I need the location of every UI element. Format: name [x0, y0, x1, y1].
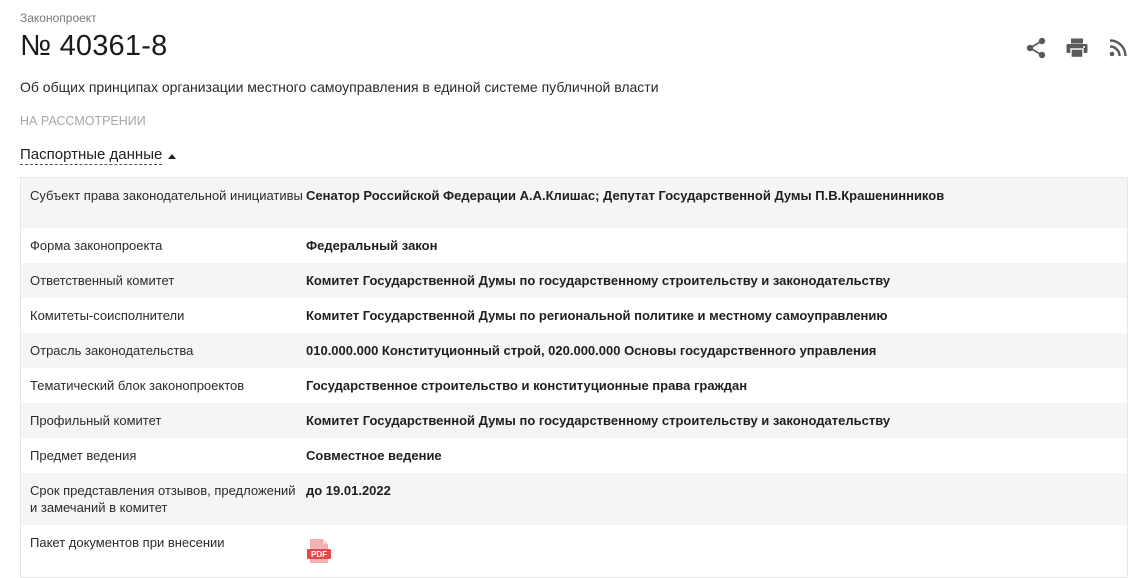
row-value: до 19.01.2022	[306, 483, 391, 498]
row-value: Комитет Государственной Думы по государс…	[306, 273, 891, 288]
table-row: Комитеты-соисполнители Комитет Государст…	[21, 298, 1127, 333]
row-value: PDF	[306, 534, 1127, 568]
row-label: Профильный комитет	[30, 413, 162, 428]
row-label: Тематический блок законопроектов	[30, 378, 245, 393]
row-value: 010.000.000 Конституционный строй, 020.0…	[306, 343, 877, 358]
table-row: Пакет документов при внесении PDF	[21, 525, 1127, 577]
table-row: Предмет ведения Совместное ведение	[21, 438, 1127, 473]
share-icon	[1026, 37, 1046, 59]
caret-up-icon	[168, 153, 177, 159]
table-row: Тематический блок законопроектов Государ…	[21, 368, 1127, 403]
row-label: Форма законопроекта	[30, 238, 163, 253]
row-value: Совместное ведение	[306, 448, 442, 463]
passport-table: Субъект права законодательной инициативы…	[20, 177, 1128, 578]
status-badge: НА РАССМОТРЕНИИ	[20, 114, 146, 128]
row-label: Отрасль законодательства	[30, 343, 194, 358]
table-row: Субъект права законодательной инициативы…	[21, 178, 1127, 228]
pdf-download-link[interactable]: PDF	[306, 538, 332, 568]
row-label: Ответственный комитет	[30, 273, 175, 288]
table-row: Профильный комитет Комитет Государственн…	[21, 403, 1127, 438]
row-value: Сенатор Российской Федерации А.А.Клишас;…	[306, 188, 945, 203]
bill-number: № 40361-8	[20, 30, 168, 62]
row-value: Комитет Государственной Думы по государс…	[306, 413, 891, 428]
header-actions	[1024, 36, 1130, 60]
print-icon	[1066, 38, 1088, 58]
share-button[interactable]	[1024, 36, 1048, 60]
row-label: Срок представления отзывов, предложений …	[30, 483, 296, 515]
page-overline: Законопроект	[20, 11, 97, 25]
row-value: Федеральный закон	[306, 238, 438, 253]
table-row: Отрасль законодательства 010.000.000 Кон…	[21, 333, 1127, 368]
rss-icon	[1109, 39, 1127, 57]
pdf-badge-text: PDF	[311, 550, 327, 559]
table-row: Срок представления отзывов, предложений …	[21, 473, 1127, 525]
row-label: Предмет ведения	[30, 448, 137, 463]
row-value: Государственное строительство и конститу…	[306, 378, 748, 393]
pdf-icon: PDF	[307, 539, 331, 563]
bill-title: Об общих принципах организации местного …	[20, 79, 659, 95]
row-label: Комитеты-соисполнители	[30, 308, 185, 323]
row-value: Комитет Государственной Думы по регионал…	[306, 308, 888, 323]
print-button[interactable]	[1065, 36, 1089, 60]
passport-section-toggle[interactable]: Паспортные данные	[20, 146, 177, 165]
table-row: Форма законопроекта Федеральный закон	[21, 228, 1127, 263]
row-label: Пакет документов при внесении	[30, 535, 225, 550]
rss-button[interactable]	[1106, 36, 1130, 60]
table-row: Ответственный комитет Комитет Государств…	[21, 263, 1127, 298]
passport-section-label: Паспортные данные	[20, 146, 163, 165]
row-label: Субъект права законодательной инициативы	[30, 188, 303, 203]
